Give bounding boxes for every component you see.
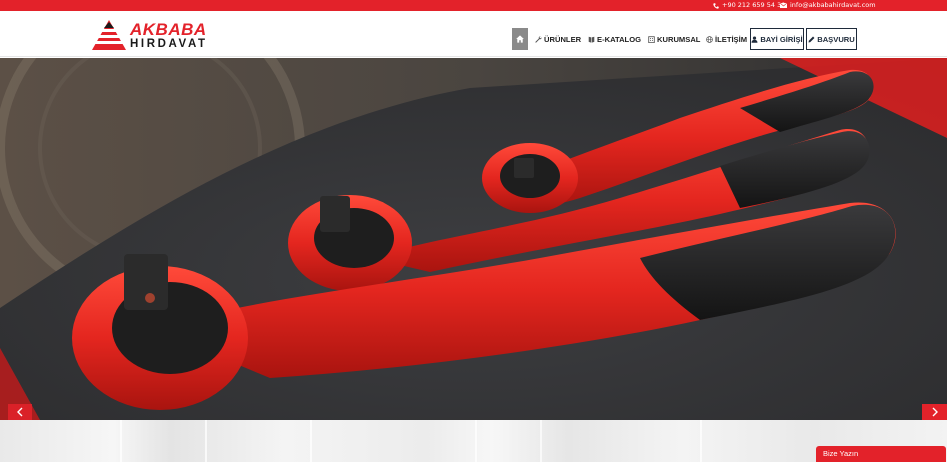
book-icon xyxy=(588,36,595,43)
chevron-left-icon xyxy=(17,407,23,417)
wrench-icon xyxy=(535,35,542,43)
home-icon xyxy=(516,35,524,43)
apply-label: BAŞVURU xyxy=(817,34,855,44)
email-address: info@akbabahirdavat.com xyxy=(790,1,876,9)
brand-logo[interactable]: AKBABA HIRDAVAT xyxy=(92,20,222,52)
nav-item-label: İLETİŞİM xyxy=(715,34,748,44)
nav-item-corporate[interactable]: KURUMSAL xyxy=(648,28,700,50)
phone-contact[interactable]: +90 212 659 54 30 xyxy=(713,1,785,10)
apply-button[interactable]: BAŞVURU xyxy=(806,28,857,50)
nav-item-contact[interactable]: İLETİŞİM xyxy=(706,28,747,50)
pencil-icon xyxy=(808,36,815,42)
nav-item-label: KURUMSAL xyxy=(657,34,701,44)
dealer-login-label: BAYİ GİRİŞİ xyxy=(760,34,803,44)
top-contact-bar: +90 212 659 54 30 info@akbabahirdavat.co… xyxy=(0,0,947,11)
chat-widget-label: Bize Yazın xyxy=(823,449,859,458)
chevron-right-icon xyxy=(932,407,938,417)
hero-image-ratchet-wrenches xyxy=(0,58,947,420)
nav-item-label: E-KATALOG xyxy=(597,34,642,44)
band-stripe xyxy=(205,420,207,462)
band-stripe xyxy=(310,420,312,462)
section-background-band xyxy=(0,420,947,462)
building-icon xyxy=(648,35,655,43)
brand-subtitle: HIRDAVAT xyxy=(130,38,208,50)
band-stripe xyxy=(700,420,702,462)
nav-item-label: ÜRÜNLER xyxy=(544,34,582,44)
logo-mark-icon xyxy=(92,20,126,50)
email-contact[interactable]: info@akbabahirdavat.com xyxy=(780,1,876,10)
slider-next-button[interactable] xyxy=(922,404,947,420)
brand-name: AKBABA xyxy=(130,20,207,39)
band-stripe xyxy=(120,420,122,462)
user-icon xyxy=(751,35,758,43)
slider-prev-button[interactable] xyxy=(8,404,32,420)
band-stripe xyxy=(540,420,542,462)
phone-number: +90 212 659 54 30 xyxy=(722,1,786,9)
site-header: AKBABA HIRDAVAT ÜRÜNLER E-KATALOG KURUMS… xyxy=(0,11,947,57)
envelope-icon xyxy=(780,3,787,8)
hero-slider xyxy=(0,58,947,420)
nav-item-products[interactable]: ÜRÜNLER xyxy=(535,28,581,50)
nav-home[interactable] xyxy=(512,28,528,50)
nav-item-ecatalog[interactable]: E-KATALOG xyxy=(588,28,641,50)
band-stripe xyxy=(475,420,477,462)
dealer-login-button[interactable]: BAYİ GİRİŞİ xyxy=(750,28,804,50)
chat-widget-tab[interactable]: Bize Yazın xyxy=(816,446,946,462)
globe-icon xyxy=(706,35,713,43)
phone-icon xyxy=(713,2,719,9)
